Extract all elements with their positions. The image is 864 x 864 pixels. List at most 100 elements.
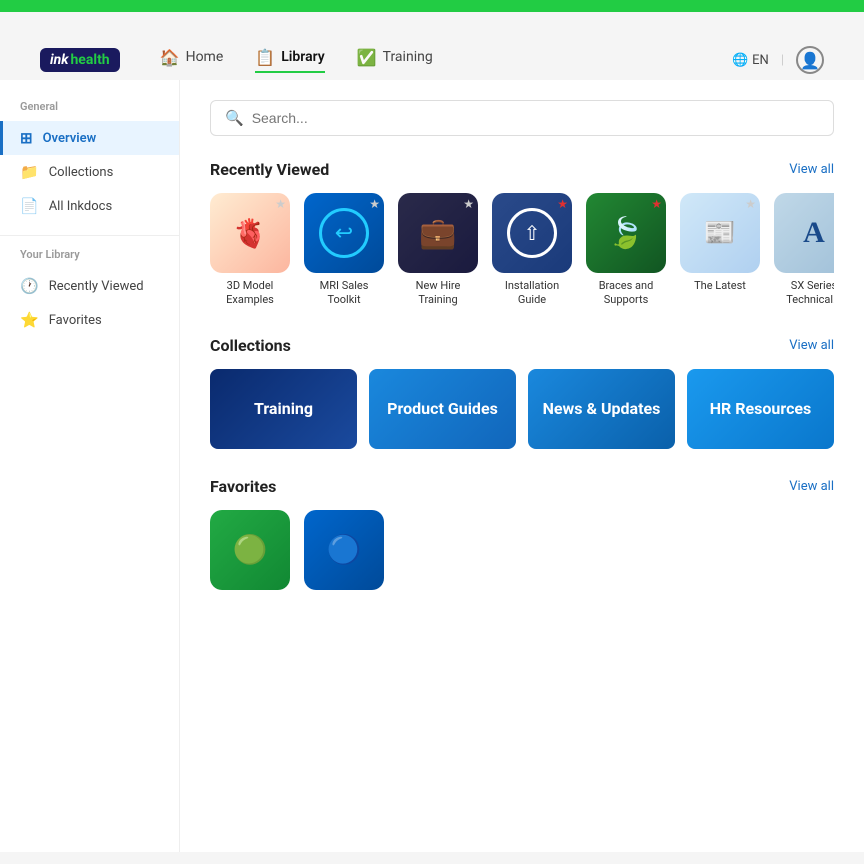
- sidebar-favorites-label: Favorites: [49, 313, 102, 328]
- library-icon: 📋: [255, 48, 275, 67]
- sidebar-overview-label: Overview: [43, 131, 97, 146]
- sidebar-item-recently-viewed[interactable]: 🕐 Recently Viewed: [0, 269, 179, 303]
- rv-item-mri-sales[interactable]: ↩ ★ MRI Sales Toolkit: [304, 193, 384, 308]
- collections-grid: Training Product Guides News & Updates H…: [210, 369, 834, 449]
- rv-star-installation: ★: [557, 197, 568, 211]
- fav-1-icon: 🟢: [233, 533, 268, 566]
- rv-label-mri-sales: MRI Sales Toolkit: [304, 279, 384, 308]
- sidebar-divider: [0, 235, 179, 236]
- nav-training[interactable]: ✅ Training: [357, 48, 433, 73]
- nav-library[interactable]: 📋 Library: [255, 48, 324, 73]
- nav-training-label: Training: [383, 49, 433, 65]
- collection-product-label: Product Guides: [387, 399, 498, 418]
- sidebar-item-all-inkdocs[interactable]: 📄 All Inkdocs: [0, 189, 179, 223]
- collection-hr-label: HR Resources: [710, 399, 812, 418]
- collections-title: Collections: [210, 336, 291, 355]
- rv-star-mri-sales: ★: [369, 197, 380, 211]
- home-icon: 🏠: [160, 48, 180, 67]
- search-icon: 🔍: [225, 109, 244, 127]
- training-icon: ✅: [357, 48, 377, 67]
- collection-news-label: News & Updates: [543, 399, 661, 418]
- logo-health: health: [70, 52, 109, 68]
- nav-divider: |: [781, 53, 784, 68]
- rv-item-installation[interactable]: ⇧ ★ Installation Guide: [492, 193, 572, 308]
- rv-label-the-latest: The Latest: [694, 279, 746, 293]
- collection-card-hr-resources[interactable]: HR Resources: [687, 369, 834, 449]
- rv-star-braces: ★: [651, 197, 662, 211]
- mri-circle-icon: ↩: [319, 208, 369, 258]
- recently-viewed-header: Recently Viewed View all: [210, 160, 834, 179]
- rv-thumb-braces: 🍃 ★: [586, 193, 666, 273]
- top-green-bar: [0, 0, 864, 12]
- sidebar-library-label: Your Library: [0, 248, 179, 269]
- sidebar-recently-viewed-label: Recently Viewed: [49, 279, 144, 294]
- nav-links: 🏠 Home 📋 Library ✅ Training: [160, 48, 732, 73]
- search-input[interactable]: [252, 110, 819, 126]
- collection-training-label: Training: [254, 399, 313, 418]
- collection-card-training[interactable]: Training: [210, 369, 357, 449]
- rv-thumb-sx-series: A ★: [774, 193, 834, 273]
- logo-ink: ink: [50, 52, 68, 68]
- share-circle-icon: ⇧: [507, 208, 557, 258]
- rv-thumb-new-hire: 💼 ★: [398, 193, 478, 273]
- sidebar-collections-label: Collections: [49, 165, 114, 180]
- rv-thumb-installation: ⇧ ★: [492, 193, 572, 273]
- sidebar: General ⊞ Overview 📁 Collections 📄 All I…: [0, 80, 180, 852]
- sidebar-inkdocs-label: All Inkdocs: [49, 199, 112, 214]
- favorites-header: Favorites View all: [210, 477, 834, 496]
- recently-viewed-title: Recently Viewed: [210, 160, 329, 179]
- rv-thumb-the-latest: 📰 ★: [680, 193, 760, 273]
- rv-item-new-hire[interactable]: 💼 ★ New Hire Training: [398, 193, 478, 308]
- nav-library-label: Library: [281, 49, 325, 65]
- rv-star-new-hire: ★: [463, 197, 474, 211]
- above-nav-space: [0, 12, 864, 40]
- lang-label: EN: [752, 53, 769, 68]
- search-bar[interactable]: 🔍: [210, 100, 834, 136]
- rv-item-the-latest[interactable]: 📰 ★ The Latest: [680, 193, 760, 308]
- user-menu-button[interactable]: 👤: [796, 46, 824, 74]
- logo[interactable]: ink health: [40, 48, 120, 72]
- globe-icon: 🌐: [732, 53, 748, 68]
- nav-home[interactable]: 🏠 Home: [160, 48, 224, 73]
- favorites-title: Favorites: [210, 477, 276, 496]
- favorites-row: 🟢 🔵: [210, 510, 834, 590]
- rv-star-3d-model: ★: [275, 197, 286, 211]
- sidebar-item-overview[interactable]: ⊞ Overview: [0, 121, 179, 155]
- rv-star-the-latest: ★: [745, 197, 756, 211]
- collection-card-product-guides[interactable]: Product Guides: [369, 369, 516, 449]
- sidebar-general-label: General: [0, 100, 179, 121]
- recently-viewed-view-all[interactable]: View all: [789, 162, 834, 177]
- rv-label-3d-model: 3D Model Examples: [210, 279, 290, 308]
- sidebar-item-favorites[interactable]: ⭐ Favorites: [0, 303, 179, 337]
- nav-right: 🌐 EN | 👤: [732, 46, 824, 74]
- collections-icon: 📁: [20, 163, 39, 181]
- rv-item-3d-model[interactable]: 🫀 ★ 3D Model Examples: [210, 193, 290, 308]
- rv-label-new-hire: New Hire Training: [398, 279, 478, 308]
- collections-view-all[interactable]: View all: [789, 338, 834, 353]
- rv-label-installation: Installation Guide: [492, 279, 572, 308]
- braces-icon: 🍃: [607, 216, 644, 251]
- recently-viewed-icon: 🕐: [20, 277, 39, 295]
- user-avatar-icon: 👤: [800, 51, 820, 70]
- rv-item-sx-series[interactable]: A ★ SX Series Technical...: [774, 193, 834, 308]
- recently-viewed-row: 🫀 ★ 3D Model Examples ↩ ★ MRI Sales Tool…: [210, 193, 834, 308]
- rv-thumb-mri-sales: ↩ ★: [304, 193, 384, 273]
- nav-home-label: Home: [186, 49, 224, 65]
- language-selector[interactable]: 🌐 EN: [732, 53, 769, 68]
- rv-thumb-3d-model: 🫀 ★: [210, 193, 290, 273]
- navbar: ink health 🏠 Home 📋 Library ✅ Training 🌐…: [0, 40, 864, 80]
- collections-header: Collections View all: [210, 336, 834, 355]
- fav-item-2[interactable]: 🔵: [304, 510, 384, 590]
- main-content: 🔍 Recently Viewed View all 🫀 ★ 3D Model …: [180, 80, 864, 852]
- fav-item-1[interactable]: 🟢: [210, 510, 290, 590]
- newspaper-icon: 📰: [704, 218, 736, 248]
- sidebar-item-collections[interactable]: 📁 Collections: [0, 155, 179, 189]
- rv-item-braces[interactable]: 🍃 ★ Braces and Supports: [586, 193, 666, 308]
- collection-card-news-updates[interactable]: News & Updates: [528, 369, 675, 449]
- main-layout: General ⊞ Overview 📁 Collections 📄 All I…: [0, 80, 864, 852]
- overview-icon: ⊞: [20, 129, 33, 147]
- favorites-view-all[interactable]: View all: [789, 479, 834, 494]
- favorites-icon: ⭐: [20, 311, 39, 329]
- rv-label-braces: Braces and Supports: [586, 279, 666, 308]
- heart-icon: 🫀: [233, 217, 268, 250]
